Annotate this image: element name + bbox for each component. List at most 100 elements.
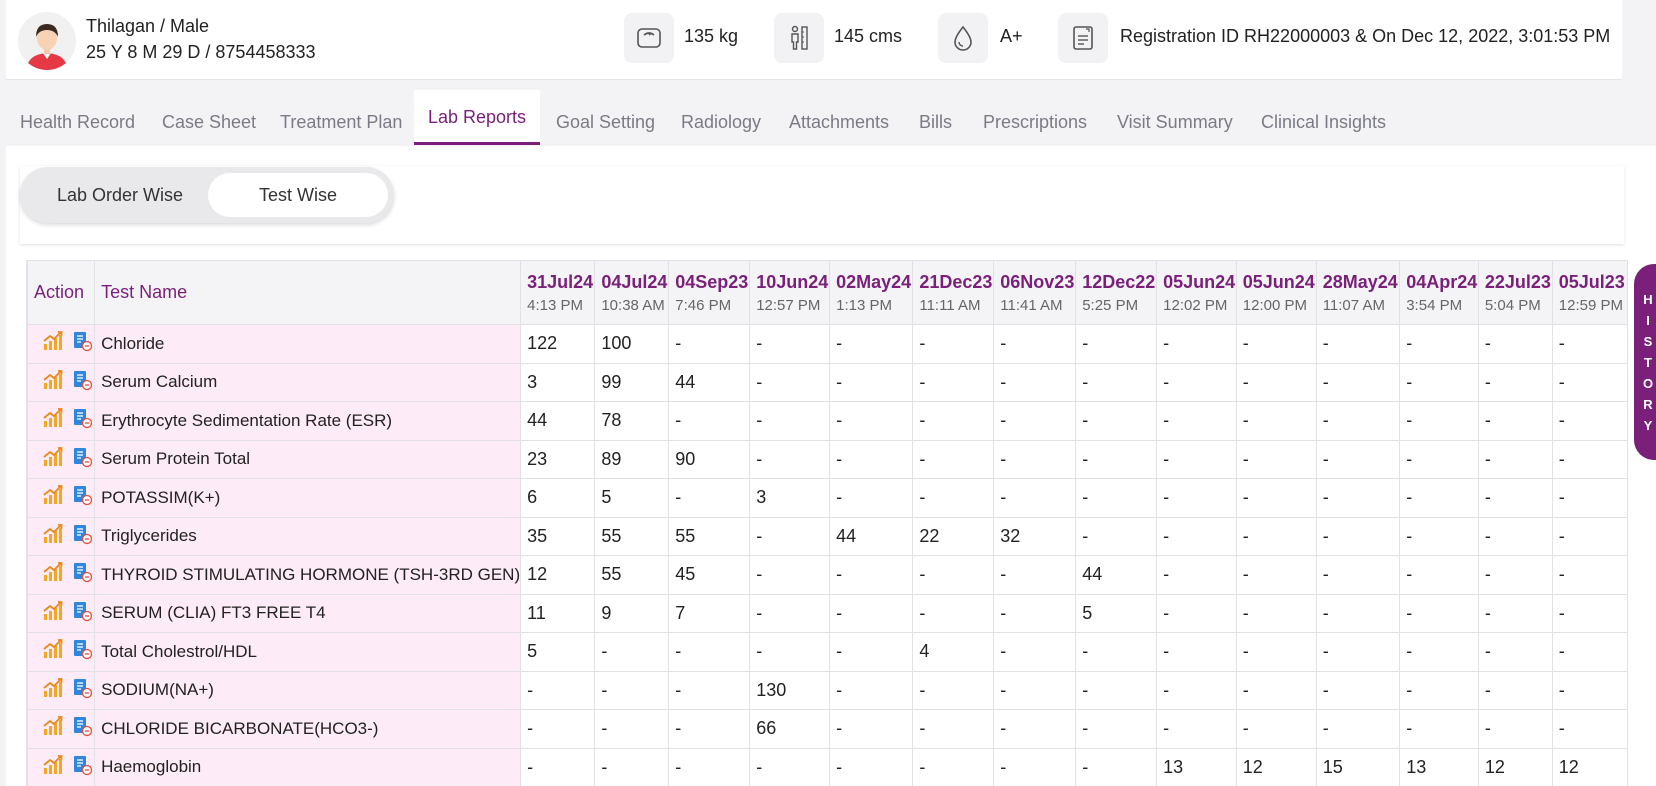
action-cell [27,516,96,556]
report-icon[interactable] [72,330,93,357]
result-cell: 12 [1477,747,1553,786]
date-column-header[interactable]: 31Jul24 4:13 PM [520,260,596,325]
result-cell: - [829,555,914,595]
report-icon[interactable] [72,561,93,588]
trend-chart-icon[interactable] [42,330,64,357]
report-icon[interactable] [72,369,93,396]
report-icon[interactable] [72,484,93,511]
report-icon[interactable] [72,407,93,434]
tab-goal-setting[interactable]: Goal Setting [556,90,655,145]
trend-chart-icon[interactable] [42,446,64,473]
date-column-header[interactable]: 10Jun24 12:57 PM [749,260,831,325]
tab-bills[interactable]: Bills [919,90,952,145]
result-cell: - [749,362,831,402]
tab-case-sheet[interactable]: Case Sheet [162,90,256,145]
report-icon[interactable] [72,446,93,473]
result-cell: - [993,555,1077,595]
result-cell: - [829,324,914,364]
result-cell: 22 [912,516,995,556]
date-column-header[interactable]: 05Jun24 12:00 PM [1235,260,1317,325]
tab-prescriptions[interactable]: Prescriptions [983,90,1087,145]
result-cell: - [594,709,670,749]
lab-order-wise-button[interactable]: Lab Order Wise [26,173,214,217]
result-cell: - [993,478,1077,518]
report-icon[interactable] [72,600,93,627]
tab-attachments[interactable]: Attachments [789,90,889,145]
date-column-header[interactable]: 02May24 1:13 PM [829,260,914,325]
result-cell: - [1075,670,1158,710]
time-label: 12:57 PM [756,296,821,314]
trend-chart-icon[interactable] [42,600,64,627]
result-cell: - [1156,516,1237,556]
result-cell: - [520,670,596,710]
result-cell: 78 [594,401,670,441]
result-cell: - [749,516,831,556]
report-icon[interactable] [72,754,93,781]
date-column-header[interactable]: 21Dec23 11:11 AM [912,260,995,325]
result-cell: - [1156,439,1237,479]
date-column-header[interactable]: 12Dec22 5:25 PM [1075,260,1158,325]
date-label: 05Jun24 [1242,271,1315,292]
report-icon[interactable] [72,677,93,704]
result-cell: 44 [829,516,914,556]
date-label: 05Jun24 [1163,271,1236,292]
date-column-header[interactable]: 05Jun24 12:02 PM [1156,260,1237,325]
date-label: 21Dec23 [919,271,993,292]
result-cell: - [1477,362,1553,402]
report-icon[interactable] [72,715,93,742]
trend-chart-icon[interactable] [42,523,64,550]
date-column-header[interactable]: 22Jul23 5:04 PM [1477,260,1553,325]
table-row: SODIUM(NA+) - - -130- - - - - - - - - - [27,670,1628,710]
action-cell [27,439,96,479]
tab-clinical-insights[interactable]: Clinical Insights [1261,90,1386,145]
result-cell: - [668,747,751,786]
result-cell: - [1551,555,1628,595]
trend-chart-icon[interactable] [42,369,64,396]
time-label: 7:46 PM [675,296,732,314]
result-cell: 3 [749,478,831,518]
trend-chart-icon[interactable] [42,715,64,742]
date-column-header[interactable]: 28May24 11:07 AM [1315,260,1401,325]
result-cell: - [1315,401,1401,441]
time-label: 10:38 AM [601,296,665,314]
result-cell: - [1477,709,1553,749]
tab-visit-summary[interactable]: Visit Summary [1117,90,1233,145]
result-cell: - [912,362,995,402]
result-cell: - [1399,362,1479,402]
height-icon [774,13,824,63]
trend-chart-icon[interactable] [42,638,64,665]
trend-chart-icon[interactable] [42,754,64,781]
result-cell: - [668,709,751,749]
result-cell: - [1551,709,1628,749]
result-cell: - [912,555,995,595]
trend-chart-icon[interactable] [42,484,64,511]
date-column-header[interactable]: 04Sep23 7:46 PM [668,260,751,325]
report-icon[interactable] [72,523,93,550]
result-cell: - [1399,439,1479,479]
history-side-tab[interactable]: H I S T O R Y [1634,264,1656,460]
date-label: 04Sep23 [675,271,749,292]
result-cell: - [829,362,914,402]
result-cell: - [1477,401,1553,441]
test-name-cell: Erythrocyte Sedimentation Rate (ESR) [94,401,522,441]
result-cell: 11 [520,593,596,633]
trend-chart-icon[interactable] [42,561,64,588]
date-column-header[interactable]: 04Apr24 3:54 PM [1399,260,1479,325]
date-column-header[interactable]: 06Nov23 11:41 AM [993,260,1077,325]
result-cell: - [1477,516,1553,556]
trend-chart-icon[interactable] [42,677,64,704]
tab-radiology[interactable]: Radiology [681,90,761,145]
date-column-header[interactable]: 04Jul24 10:38 AM [594,260,670,325]
tab-treatment-plan[interactable]: Treatment Plan [280,90,402,145]
tab-lab-reports[interactable]: Lab Reports [414,90,540,145]
result-cell: - [1551,401,1628,441]
result-cell: 66 [749,709,831,749]
result-cell: - [993,362,1077,402]
tab-health-record[interactable]: Health Record [20,90,135,145]
table-row: Chloride 122 100- - - - - - - - - - - - [27,324,1628,364]
date-column-header[interactable]: 05Jul23 12:59 PM [1551,260,1628,325]
test-wise-button[interactable]: Test Wise [208,173,388,217]
trend-chart-icon[interactable] [42,407,64,434]
result-cell: - [912,709,995,749]
report-icon[interactable] [72,638,93,665]
